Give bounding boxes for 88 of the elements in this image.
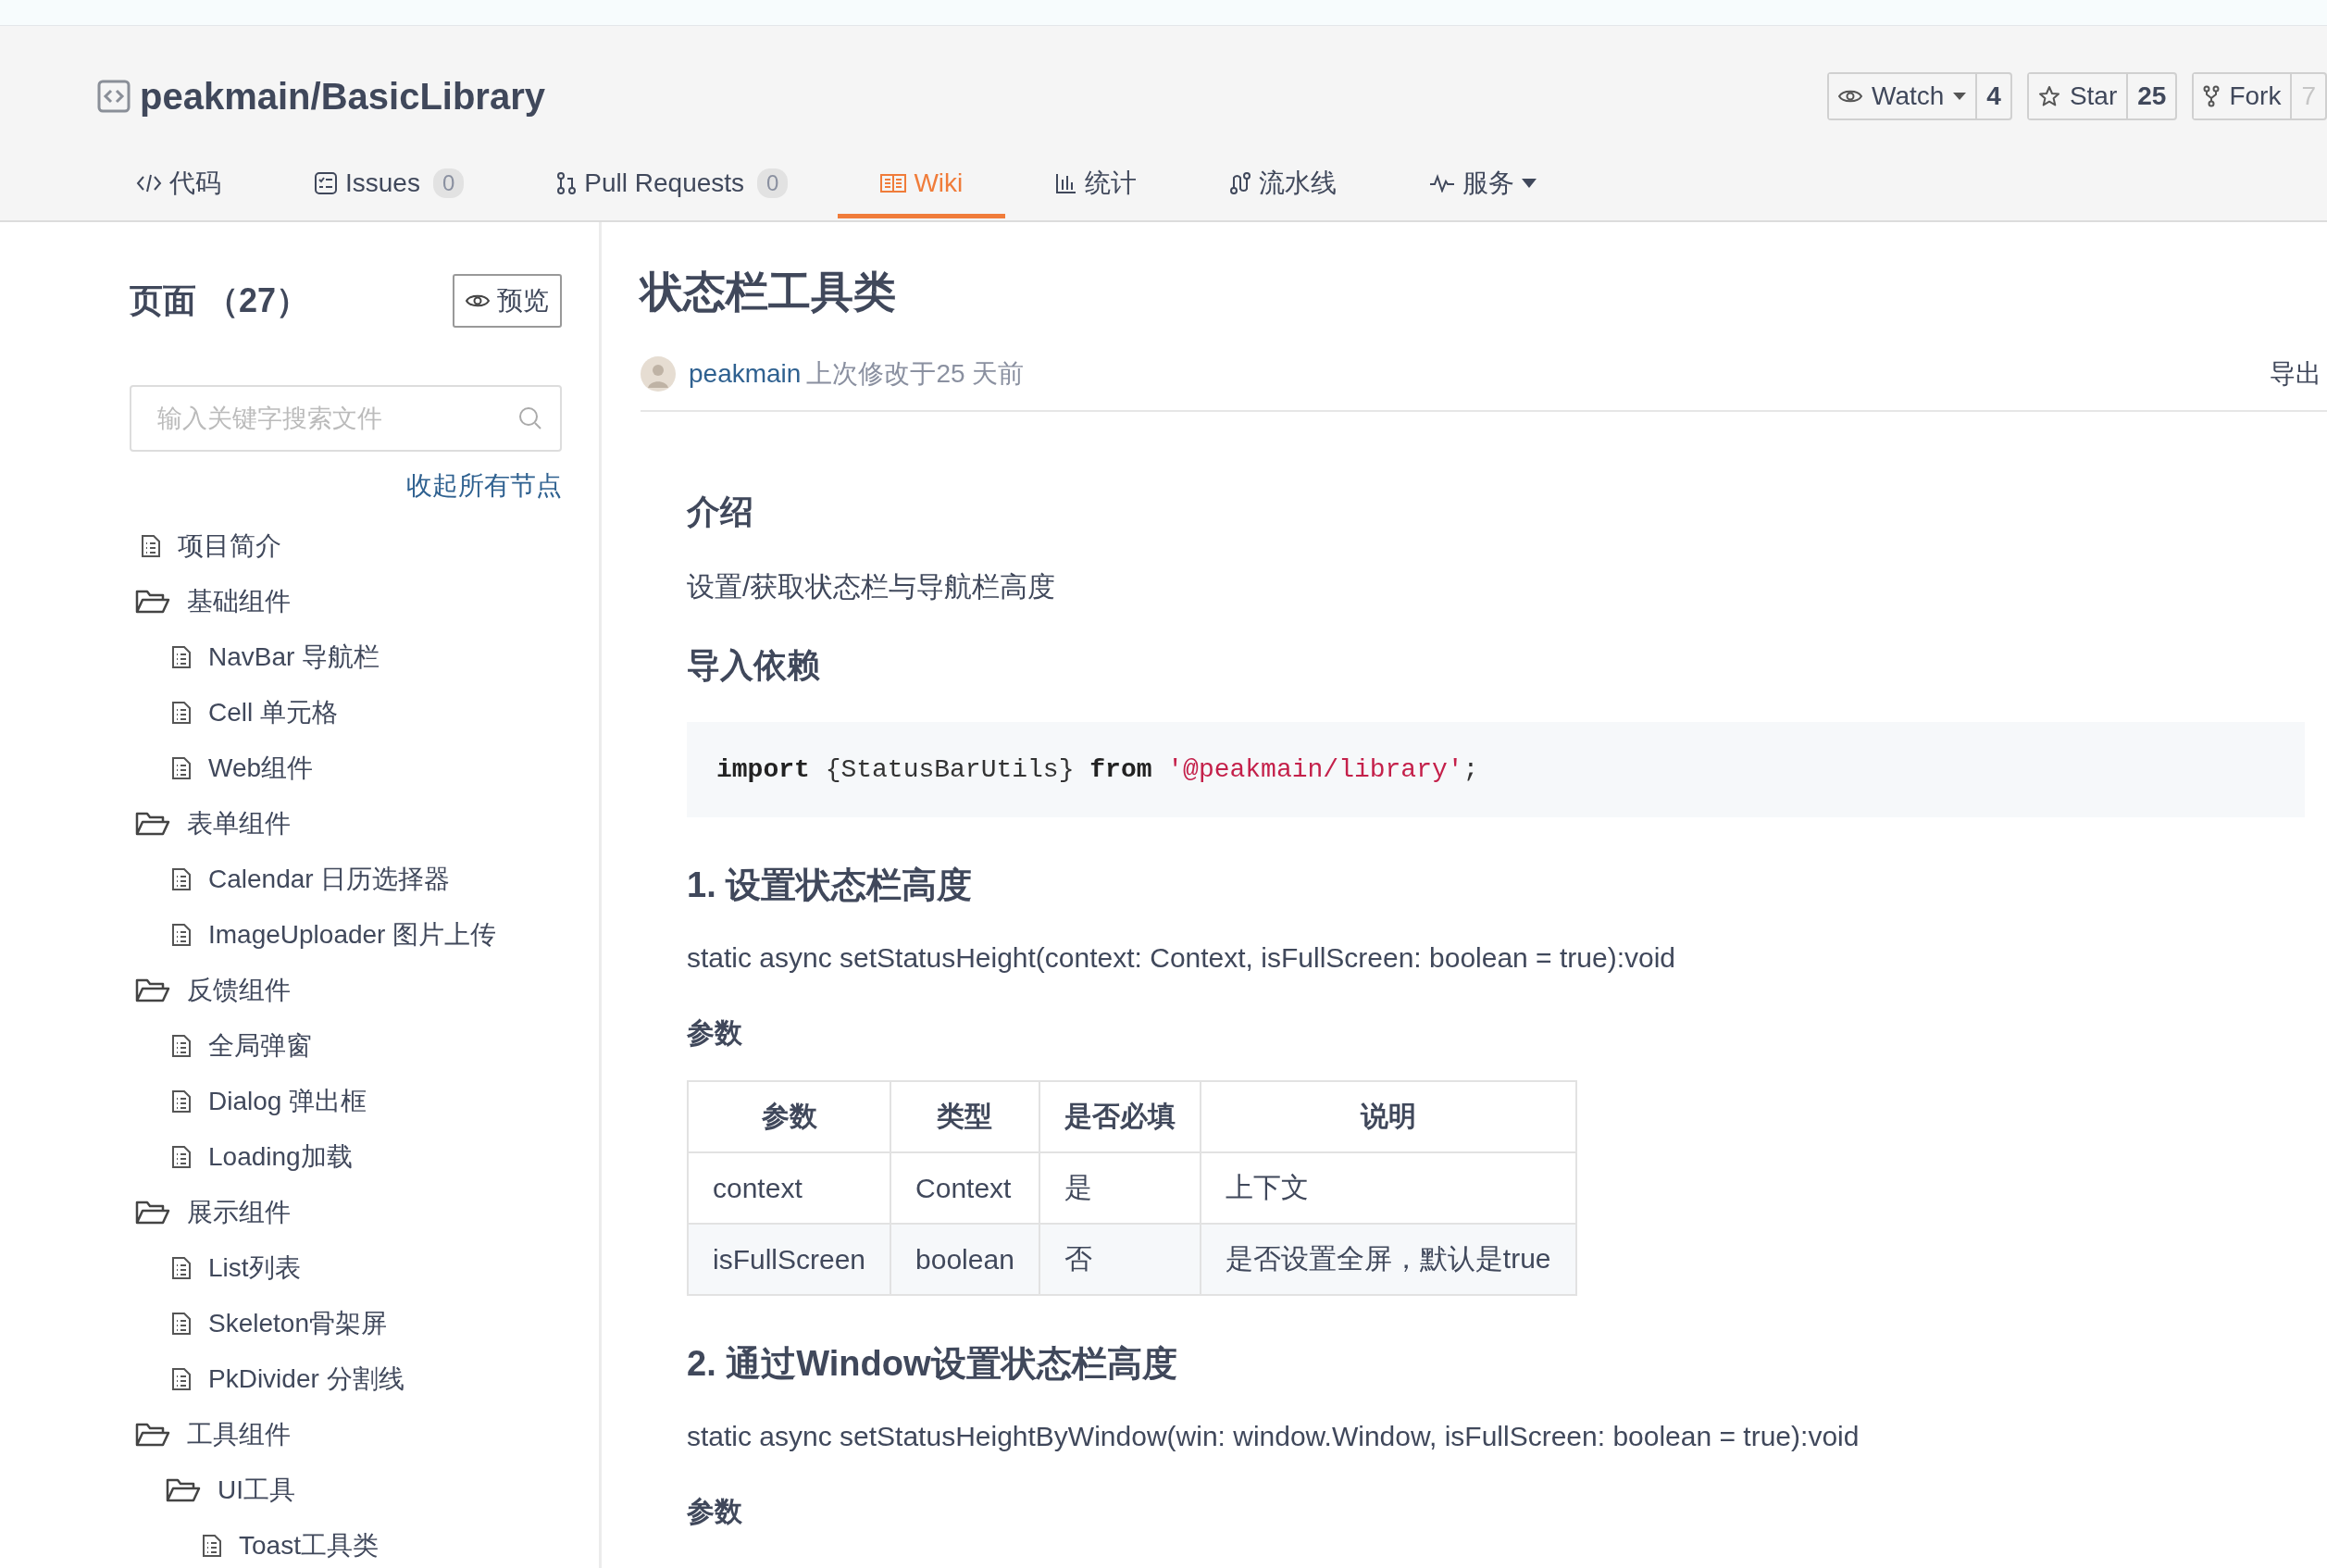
tree-item[interactable]: Skeleton骨架屏	[130, 1296, 562, 1351]
paragraph: static async setStatusHeightByWindow(win: window.Window, isFullScreen: boolean = true):void	[687, 1421, 1860, 1452]
folder-icon	[166, 1477, 201, 1503]
folder-icon	[135, 811, 170, 837]
folder-icon	[135, 1200, 170, 1226]
table-header-cell: 是否必填	[1039, 1081, 1201, 1152]
action-count[interactable]: 25	[2126, 74, 2176, 118]
tree-item[interactable]: List列表	[130, 1240, 562, 1296]
fork-icon	[2203, 85, 2221, 107]
tree-item[interactable]: Loading加载	[130, 1129, 562, 1185]
section-heading: 导入依赖	[687, 645, 821, 686]
export-link[interactable]: 导出	[2270, 356, 2321, 392]
document-icon	[171, 1312, 192, 1336]
document-icon	[171, 923, 192, 947]
pull-request-icon	[556, 170, 578, 195]
eye-icon	[466, 292, 490, 309]
checklist-icon	[314, 170, 338, 195]
nav-tab[interactable]: Issues 0	[271, 152, 507, 218]
document-icon	[171, 1034, 192, 1058]
section-heading: 1. 设置状态栏高度	[687, 865, 974, 906]
folder-icon	[135, 589, 170, 615]
tree-item[interactable]: NavBar 导航栏	[130, 629, 562, 685]
folder-icon	[135, 977, 170, 1003]
table-header-cell: 说明	[1200, 1081, 1576, 1152]
tree-item[interactable]: UI工具	[130, 1462, 562, 1518]
preview-button[interactable]: 预览	[453, 274, 562, 328]
modified-time: 上次修改于25 天前	[806, 358, 1025, 390]
page-title: 状态栏工具类	[641, 267, 897, 317]
subheading: 参数	[687, 1495, 743, 1528]
bar-chart-icon	[1055, 171, 1078, 194]
nav-tab[interactable]: 代码	[97, 152, 264, 218]
pulse-icon	[1429, 173, 1456, 193]
document-icon	[141, 534, 161, 558]
avatar	[641, 356, 676, 392]
table-header-cell: 参数	[688, 1081, 891, 1152]
table-cell: boolean	[890, 1224, 1039, 1295]
repo-icon	[97, 80, 131, 113]
tree-item[interactable]: 基础组件	[130, 574, 562, 629]
star-icon	[2037, 85, 2060, 107]
document-icon	[202, 1534, 222, 1558]
section-heading: 介绍	[687, 492, 754, 532]
tree-item[interactable]: Toast工具类	[130, 1518, 562, 1568]
document-icon	[171, 1089, 192, 1114]
tree-item[interactable]: 工具组件	[130, 1407, 562, 1462]
tree-item[interactable]: Dialog 弹出框	[130, 1074, 562, 1129]
document-icon	[171, 867, 192, 891]
code-line: import {StatusBarUtils} from '@peakmain/library';	[716, 755, 1479, 784]
table-cell: 否	[1039, 1224, 1201, 1295]
tree-item[interactable]: ImageUploader 图片上传	[130, 907, 562, 963]
caret-icon	[1953, 93, 1967, 100]
caret-icon	[1522, 178, 1537, 188]
tree-item[interactable]: 项目简介	[130, 518, 562, 574]
document-icon	[171, 756, 192, 780]
section-heading: 2. 通过Window设置状态栏高度	[687, 1343, 1178, 1385]
subheading: 参数	[687, 1016, 743, 1050]
paragraph: 设置/获取状态栏与导航栏高度	[687, 570, 1057, 604]
search-field[interactable]: 输入关键字搜索文件	[130, 385, 562, 452]
document-icon	[171, 1256, 192, 1280]
action-count[interactable]: 4	[1975, 74, 2010, 118]
nav-tab[interactable]: 服务	[1387, 152, 1580, 218]
tree-item[interactable]: 展示组件	[130, 1185, 562, 1240]
document-icon	[171, 645, 192, 669]
eye-icon	[1838, 88, 1862, 105]
nav-tab[interactable]: Pull Requests 0	[514, 152, 831, 218]
tree-item[interactable]: 全局弹窗	[130, 1018, 562, 1074]
document-icon	[171, 701, 192, 725]
document-icon	[171, 1145, 192, 1169]
tree-item[interactable]: Calendar 日历选择器	[130, 852, 562, 907]
document-icon	[171, 1367, 192, 1391]
folder-icon	[135, 1422, 170, 1448]
tree-item[interactable]: Cell 单元格	[130, 685, 562, 740]
tree-item[interactable]: 反馈组件	[130, 963, 562, 1018]
search-icon	[517, 405, 543, 431]
repo-title[interactable]: peakmain/BasicLibrary	[140, 75, 545, 118]
book-icon	[880, 172, 907, 193]
paragraph: static async setStatusHeight(context: Context, isFullScreen: boolean = true):void	[687, 942, 1677, 974]
pipeline-icon	[1229, 170, 1252, 195]
table-cell: isFullScreen	[688, 1224, 891, 1295]
table-header-cell: 类型	[890, 1081, 1039, 1152]
table-cell: 是否设置全屏，默认是true	[1200, 1224, 1576, 1295]
tree-item[interactable]: Web组件	[130, 740, 562, 796]
tree-item[interactable]: 表单组件	[130, 796, 562, 852]
nav-tab[interactable]: 流水线	[1187, 152, 1380, 218]
nav-tab[interactable]: 统计	[1013, 152, 1180, 218]
collapse-all-link[interactable]: 收起所有节点	[406, 471, 562, 500]
tree-item[interactable]: PkDivider 分割线	[130, 1351, 562, 1407]
pages-heading: 页面 （27）	[130, 280, 310, 321]
author-link[interactable]: peakmain	[689, 359, 802, 389]
